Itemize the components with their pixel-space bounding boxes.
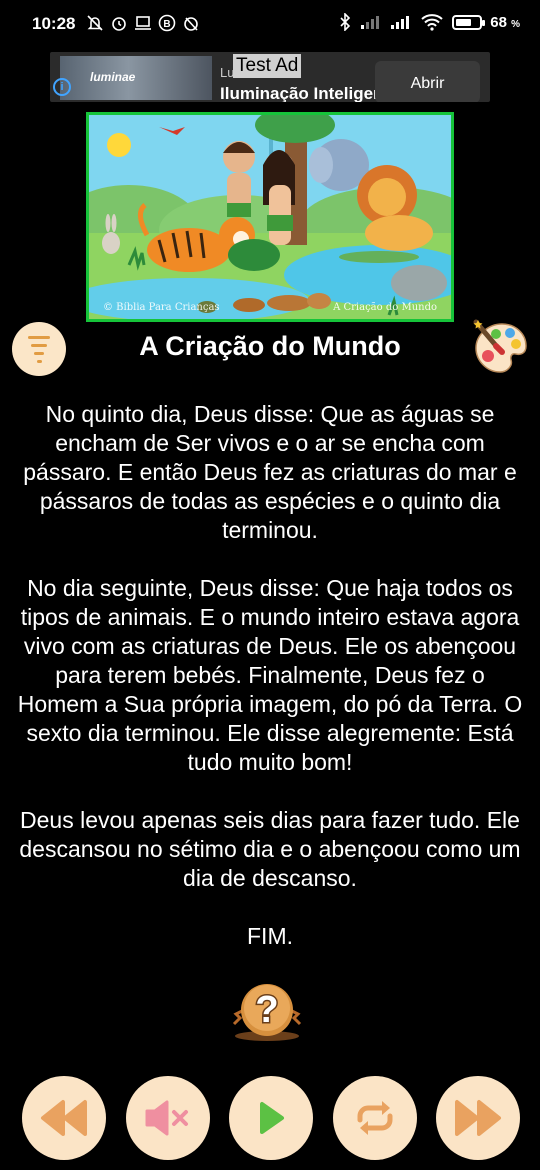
- mute-button[interactable]: [126, 1076, 210, 1160]
- bluetooth-icon: [340, 13, 351, 31]
- signal-icon: [361, 16, 380, 29]
- story-title: A Criação do Mundo: [139, 331, 401, 361]
- illustration-caption: A Criação do Mundo: [333, 302, 437, 313]
- illustration-credit: © Bíblia Para Crianças: [103, 302, 220, 313]
- battery-percentage: 68 %: [490, 13, 520, 31]
- svg-text:B: B: [163, 19, 170, 30]
- repeat-button[interactable]: [333, 1076, 417, 1160]
- laptop-icon: [135, 16, 151, 30]
- question-mark-icon: ?: [232, 984, 302, 1041]
- svg-text:?: ?: [255, 989, 278, 1031]
- coloring-button[interactable]: [472, 318, 530, 376]
- ad-brand-logo: luminae: [90, 70, 136, 84]
- timer-icon: [184, 17, 198, 31]
- sound-off-icon: [145, 1100, 188, 1136]
- wifi-icon: [421, 14, 443, 31]
- rewind-button[interactable]: [22, 1076, 106, 1160]
- status-bar: 10:28 B 68 %: [0, 0, 540, 50]
- ad-info-icon[interactable]: i: [53, 78, 71, 96]
- ad-banner[interactable]: luminae i Luminae Iluminação Inteligente…: [50, 52, 490, 102]
- playback-controls: [0, 1076, 540, 1160]
- story-illustration: © Bíblia Para Crianças A Criação do Mund…: [86, 112, 454, 322]
- battery-icon: [452, 14, 486, 30]
- repeat-icon: [357, 1101, 393, 1135]
- fast-forward-icon: [455, 1100, 501, 1136]
- signal-icon: [391, 16, 410, 29]
- palette-icon: [473, 319, 527, 373]
- alarm-icon: [112, 17, 126, 31]
- story-paragraph: No quinto dia, Deus disse: Que as águas …: [23, 401, 517, 543]
- system-icons: 68 %: [338, 13, 520, 31]
- clock: 10:28: [32, 14, 76, 33]
- quiz-button[interactable]: ?: [226, 984, 308, 1042]
- story-paragraph: No dia seguinte, Deus disse: Que haja to…: [17, 575, 523, 775]
- test-ad-label: Test Ad: [233, 54, 302, 78]
- fast-forward-button[interactable]: [436, 1076, 520, 1160]
- ad-headline[interactable]: Iluminação Inteligente: [220, 84, 399, 102]
- story-text: No quinto dia, Deus disse: Que as águas …: [14, 400, 526, 980]
- notification-icons: B: [86, 14, 200, 32]
- muted-bell-icon: [87, 15, 103, 31]
- ad-open-button[interactable]: Abrir: [375, 61, 480, 102]
- play-icon: [260, 1102, 284, 1134]
- story-end: FIM.: [247, 923, 293, 949]
- story-paragraph: Deus levou apenas seis dias para fazer t…: [19, 807, 521, 891]
- ad-image[interactable]: luminae: [60, 56, 212, 100]
- rewind-icon: [41, 1100, 87, 1136]
- b-icon: B: [158, 14, 176, 32]
- play-button[interactable]: [229, 1076, 313, 1160]
